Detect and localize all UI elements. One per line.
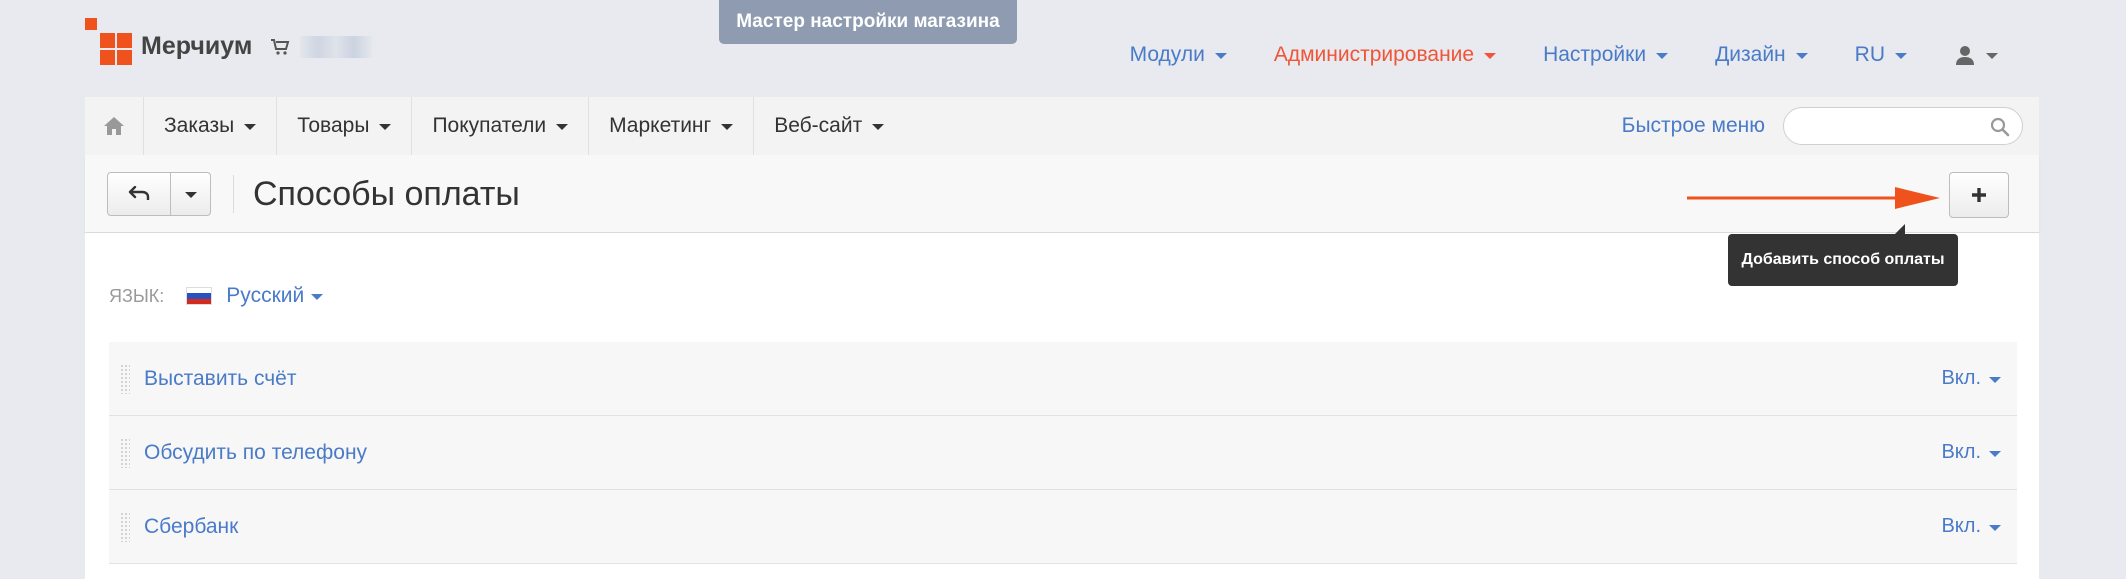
chevron-down-icon xyxy=(556,124,569,130)
status-dropdown[interactable]: Вкл. xyxy=(1941,367,2001,390)
chevron-down-icon xyxy=(184,192,197,198)
back-button-group xyxy=(107,172,211,216)
back-dropdown-button[interactable] xyxy=(171,172,211,216)
status-dropdown[interactable]: Вкл. xyxy=(1941,441,2001,464)
nav-products[interactable]: Товары xyxy=(277,97,413,155)
quick-menu: Быстрое меню xyxy=(1622,97,2039,155)
nav-marketing[interactable]: Маркетинг xyxy=(589,97,755,155)
list-item: Обсудить по телефону Вкл. xyxy=(109,416,2017,490)
top-nav-modules[interactable]: Модули xyxy=(1130,43,1227,67)
user-icon xyxy=(1956,46,1974,65)
user-menu[interactable] xyxy=(1954,44,1998,66)
toolbar-divider xyxy=(233,175,234,213)
language-dropdown[interactable]: Русский xyxy=(226,284,324,308)
chevron-down-icon xyxy=(1214,53,1227,59)
chevron-down-icon xyxy=(1989,376,2001,383)
status-dropdown[interactable]: Вкл. xyxy=(1941,515,2001,538)
annotation-arrow-icon xyxy=(1687,187,1940,209)
brand-name: Мерчиум xyxy=(141,31,253,60)
chevron-down-icon xyxy=(1484,53,1497,59)
top-navigation: Модули Администрирование Настройки Дизай… xyxy=(1130,40,2126,70)
chevron-down-icon xyxy=(311,294,324,300)
payment-methods-list: Выставить счёт Вкл. Обсудить по телефону… xyxy=(109,342,2017,564)
search-icon[interactable] xyxy=(1990,117,2010,137)
setup-wizard-button[interactable]: Мастер настройки магазина xyxy=(719,0,1017,44)
top-nav-administration[interactable]: Администрирование xyxy=(1274,43,1497,67)
chevron-down-icon xyxy=(1989,450,2001,457)
nav-customers[interactable]: Покупатели xyxy=(412,97,590,155)
chevron-down-icon xyxy=(1895,53,1907,59)
chevron-down-icon xyxy=(872,124,885,130)
list-item: Сбербанк Вкл. xyxy=(109,490,2017,564)
plus-icon xyxy=(1972,188,1986,202)
nav-orders[interactable]: Заказы xyxy=(144,97,278,155)
chevron-down-icon xyxy=(1989,524,2001,531)
top-nav-design[interactable]: Дизайн xyxy=(1715,43,1808,67)
chevron-down-icon xyxy=(244,124,257,130)
home-button[interactable] xyxy=(85,97,144,155)
drag-handle-icon[interactable] xyxy=(120,437,130,468)
brand-logo[interactable]: Мерчиум xyxy=(85,18,373,65)
language-selector-row: ЯЗЫК: Русский xyxy=(109,283,324,309)
language-label: ЯЗЫК: xyxy=(109,285,165,306)
drag-handle-icon[interactable] xyxy=(120,511,130,542)
store-name-blurred xyxy=(300,36,373,58)
back-arrow-icon xyxy=(128,186,150,200)
quick-menu-link[interactable]: Быстрое меню xyxy=(1622,114,1765,138)
main-navbar: Заказы Товары Покупатели Маркетинг Веб-с… xyxy=(85,97,2039,155)
add-payment-method-button[interactable] xyxy=(1949,172,2009,218)
search-input[interactable] xyxy=(1784,108,2022,144)
top-nav-language[interactable]: RU xyxy=(1855,43,1907,67)
payment-method-link[interactable]: Обсудить по телефону xyxy=(144,441,367,465)
chevron-down-icon xyxy=(721,124,734,130)
search-box xyxy=(1783,107,2023,145)
list-item: Выставить счёт Вкл. xyxy=(109,342,2017,416)
drag-handle-icon[interactable] xyxy=(120,363,130,394)
russian-flag-icon xyxy=(186,287,213,305)
home-icon xyxy=(104,117,124,135)
add-payment-method-tooltip: Добавить способ оплаты xyxy=(1728,224,1958,286)
chevron-down-icon xyxy=(379,124,392,130)
merchium-logo-icon xyxy=(85,18,133,66)
chevron-down-icon xyxy=(1986,53,1998,59)
cart-icon xyxy=(271,39,290,55)
payment-method-link[interactable]: Выставить счёт xyxy=(144,367,296,391)
chevron-down-icon xyxy=(1795,53,1808,59)
payment-method-link[interactable]: Сбербанк xyxy=(144,515,238,539)
back-button[interactable] xyxy=(107,172,171,216)
page-title: Способы оплаты xyxy=(253,175,520,213)
top-nav-settings[interactable]: Настройки xyxy=(1543,43,1669,67)
nav-website[interactable]: Веб-сайт xyxy=(754,97,904,155)
chevron-down-icon xyxy=(1656,53,1669,59)
